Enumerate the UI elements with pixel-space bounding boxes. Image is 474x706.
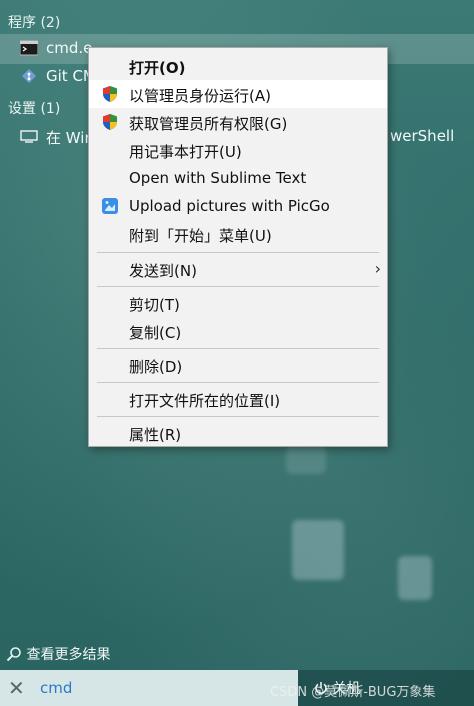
menu-item-label: 属性(R) [129, 426, 182, 444]
menu-item-open[interactable]: 打开(O) [89, 52, 387, 80]
chevron-right-icon: › [374, 259, 381, 278]
result-label-suffix: werShell [390, 127, 455, 145]
menu-item-send-to[interactable]: 发送到(N) › [89, 255, 387, 283]
menu-item-label: 用记事本打开(U) [129, 143, 242, 161]
menu-item-label: Open with Sublime Text [129, 169, 307, 187]
menu-separator [97, 348, 379, 349]
menu-item-copy[interactable]: 复制(C) [89, 317, 387, 345]
menu-item-delete[interactable]: 删除(D) [89, 351, 387, 379]
menu-item-properties[interactable]: 属性(R) [89, 419, 387, 447]
menu-item-run-as-admin[interactable]: 以管理员身份运行(A) [89, 80, 387, 108]
menu-item-label: 复制(C) [129, 324, 182, 342]
search-query: cmd [40, 679, 73, 697]
menu-separator [97, 252, 379, 253]
menu-item-label: 获取管理员所有权限(G) [129, 115, 288, 133]
section-programs: 程序 (2) [8, 15, 61, 31]
result-label: cmd.e [46, 39, 93, 57]
menu-separator [97, 382, 379, 383]
more-results-label: 查看更多结果 [26, 647, 111, 663]
menu-item-label: 发送到(N) [129, 262, 197, 280]
menu-item-take-ownership[interactable]: 获取管理员所有权限(G) [89, 108, 387, 136]
menu-item-upload-picgo[interactable]: Upload pictures with PicGo [89, 192, 387, 220]
menu-item-pin-to-start[interactable]: 附到「开始」菜单(U) [89, 220, 387, 248]
menu-separator [97, 286, 379, 287]
uac-shield-icon [101, 113, 119, 131]
shutdown-button[interactable]: 关机 [314, 678, 360, 698]
close-icon[interactable]: ✕ [8, 676, 25, 700]
power-icon [314, 681, 332, 697]
section-settings: 设置 (1) [8, 101, 61, 117]
menu-item-cut[interactable]: 剪切(T) [89, 289, 387, 317]
menu-item-open-with-sublime[interactable]: Open with Sublime Text [89, 164, 387, 192]
context-menu: 打开(O) 以管理员身份运行(A) 获取管理员所有权限(G) 用记事本打开(U) [88, 47, 388, 447]
git-icon [20, 68, 38, 84]
menu-item-label: 打开文件所在的位置(I) [129, 392, 281, 410]
menu-item-label: 剪切(T) [129, 296, 180, 314]
search-box[interactable]: ✕ cmd [0, 670, 298, 706]
menu-item-open-with-notepad[interactable]: 用记事本打开(U) [89, 136, 387, 164]
menu-item-label: 以管理员身份运行(A) [129, 87, 271, 105]
menu-item-open-file-location[interactable]: 打开文件所在的位置(I) [89, 385, 387, 413]
menu-item-label: 删除(D) [129, 358, 183, 376]
shutdown-label: 关机 [332, 681, 361, 697]
search-icon [6, 647, 26, 663]
more-results-link[interactable]: 查看更多结果 [6, 644, 110, 664]
picgo-icon [101, 197, 119, 215]
monitor-icon [20, 128, 38, 144]
menu-item-label: Upload pictures with PicGo [129, 197, 330, 215]
cmd-icon [19, 40, 39, 56]
menu-item-label: 打开(O) [129, 59, 186, 77]
menu-separator [97, 416, 379, 417]
uac-shield-icon [101, 85, 119, 103]
menu-item-label: 附到「开始」菜单(U) [129, 227, 272, 245]
result-label: 在 Win [46, 129, 94, 147]
